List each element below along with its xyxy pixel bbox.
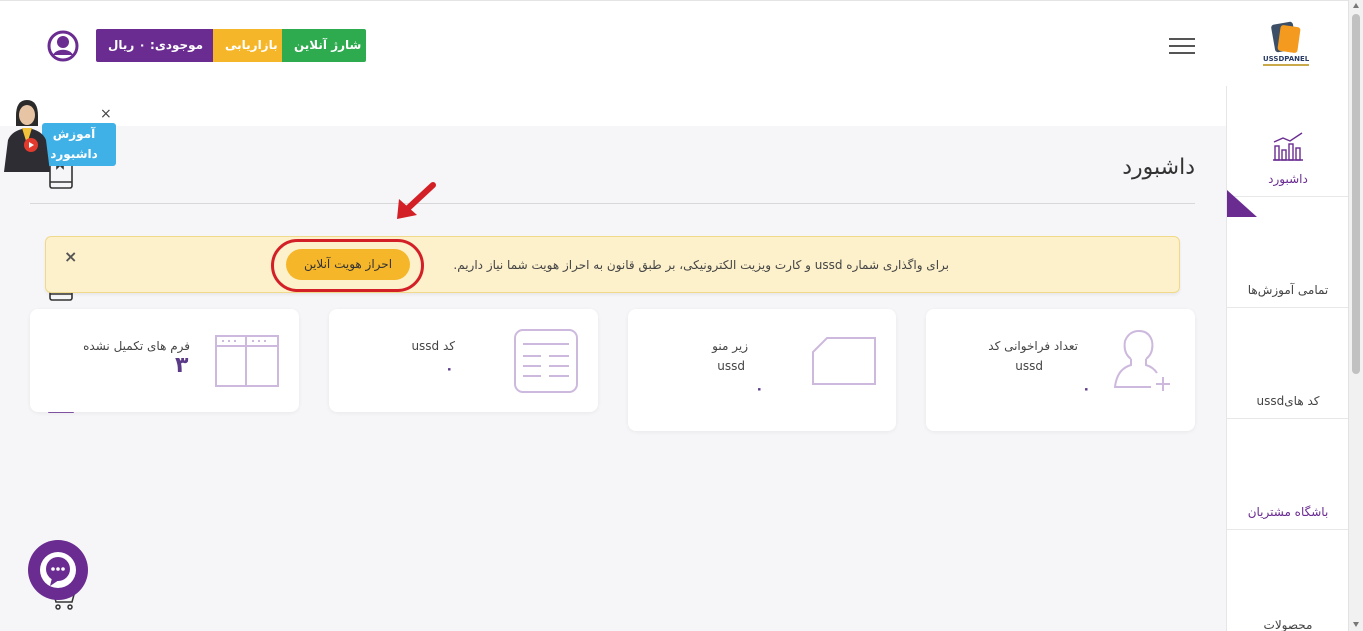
sidebar-item-dashboard[interactable]: داشبورد [1227, 86, 1349, 217]
sidebar-item-tutorials[interactable]: تمامی آموزش‌ها [49, 157, 1349, 308]
stat-card-ussd-code: کد ussd ۰ [329, 309, 598, 412]
ussdpanel-logo[interactable]: USSDPANEL [1261, 21, 1311, 69]
highlight-circle [271, 239, 424, 292]
card-value: ۰ [445, 361, 454, 377]
sidebar-item-label: داشبورد [1268, 172, 1308, 186]
chat-button[interactable] [28, 540, 88, 600]
chat-bubble-icon [40, 552, 76, 588]
sidebar-item-label: باشگاه مشتریان [1247, 505, 1329, 519]
sidebar-item-label: تمامی آموزش‌ها [1247, 283, 1329, 297]
sidebar-item-label: محصولات [1263, 618, 1313, 631]
top-header: USSDPANEL موجودی: ۰ ریال بازاریابی شارژ … [0, 0, 1349, 86]
user-add-icon [1113, 329, 1170, 391]
presenter-image [4, 100, 50, 172]
chart-icon [1273, 132, 1303, 161]
card-subtitle: ussd [1015, 359, 1043, 373]
alert-close-icon[interactable]: × [64, 247, 77, 266]
card-subtitle: ussd [717, 359, 745, 373]
header-button-group: موجودی: ۰ ریال بازاریابی شارژ آنلاین [96, 29, 366, 62]
card-value: ۰ [1082, 381, 1091, 397]
scroll-down-icon[interactable] [1353, 622, 1359, 627]
scrollbar[interactable] [1348, 0, 1363, 631]
stat-card-incomplete-forms: فرم های تکمیل نشده ۳ [30, 309, 299, 412]
red-arrow-icon [397, 182, 436, 219]
page-title: داشبورد [1122, 155, 1195, 180]
sidebar: داشبورد تمامی آموزش‌ها کد هایussd [46, 86, 1349, 631]
card-title: زیر منو [712, 339, 748, 353]
folder-icon [812, 337, 876, 385]
sidebar-item-customer-club[interactable]: باشگاه مشتریان [46, 382, 1349, 530]
scrollbar-thumb[interactable] [1352, 14, 1360, 374]
form-icon [215, 335, 279, 387]
sidebar-item-ussd-codes[interactable]: کد هایussd [49, 269, 1349, 419]
online-charge-button[interactable]: شارژ آنلاین [282, 29, 366, 62]
sidebar-item-products[interactable]: محصولات [47, 530, 1349, 631]
menu-toggle-icon[interactable] [1169, 38, 1195, 56]
identity-verification-alert: برای واگذاری شماره ussd و کارت ویزیت الک… [45, 236, 1180, 293]
alert-message: برای واگذاری شماره ussd و کارت ویزیت الک… [453, 258, 949, 272]
stat-card-call-count: تعداد فراخوانی کد ussd ۰ [926, 309, 1195, 431]
sidebar-item-label: کد هایussd [1256, 394, 1320, 408]
user-avatar-icon[interactable] [47, 30, 79, 62]
card-title: کد ussd [411, 339, 455, 353]
brand-name: USSDPANEL [1263, 55, 1310, 63]
scroll-up-icon[interactable] [1353, 3, 1359, 8]
document-icon [514, 329, 578, 393]
card-value: ۰ [755, 381, 764, 397]
card-title: تعداد فراخوانی کد [988, 339, 1078, 353]
stat-card-submenu: زیر منو ussd ۰ [628, 309, 896, 431]
marketing-button[interactable]: بازاریابی [213, 29, 282, 62]
balance-button[interactable]: موجودی: ۰ ریال [96, 29, 213, 62]
card-title: فرم های تکمیل نشده [83, 339, 190, 353]
dashboard-tutorial-widget[interactable]: آموزش داشبورد × [0, 96, 118, 172]
tutorial-close-icon[interactable]: × [100, 106, 112, 122]
divider [30, 203, 1195, 204]
card-value: ۳ [175, 353, 189, 378]
